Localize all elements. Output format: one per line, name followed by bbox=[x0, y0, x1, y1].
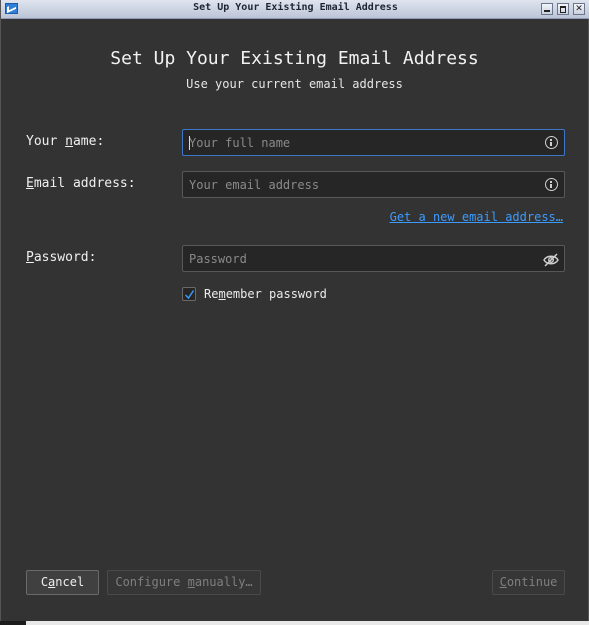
info-icon[interactable] bbox=[545, 136, 558, 149]
info-icon[interactable] bbox=[545, 178, 558, 191]
bottom-edge-highlight bbox=[26, 621, 589, 625]
password-input[interactable] bbox=[189, 246, 529, 271]
continue-access-key: C bbox=[499, 575, 507, 589]
name-input[interactable] bbox=[189, 130, 529, 155]
page-title: Set Up Your Existing Email Address bbox=[110, 48, 479, 69]
remember-prefix: Re bbox=[204, 287, 219, 301]
password-label: Password: bbox=[26, 250, 96, 265]
remember-suffix: ember password bbox=[225, 287, 327, 301]
cancel-suffix: ncel bbox=[55, 575, 85, 589]
remember-access-key: m bbox=[218, 287, 226, 301]
password-field[interactable] bbox=[182, 245, 565, 272]
close-button[interactable]: ✕ bbox=[573, 3, 585, 15]
manual-access-key: m bbox=[187, 575, 195, 589]
manual-prefix: Configure bbox=[115, 575, 188, 589]
cancel-button[interactable]: Cancel bbox=[26, 570, 99, 595]
email-label: Email address: bbox=[26, 176, 136, 191]
remember-password-label[interactable]: Remember password bbox=[204, 287, 327, 301]
email-input[interactable] bbox=[189, 172, 529, 197]
email-field[interactable] bbox=[182, 171, 565, 198]
continue-button[interactable]: Continue bbox=[492, 570, 565, 595]
cancel-prefix: C bbox=[40, 575, 49, 589]
maximize-button[interactable] bbox=[557, 3, 569, 15]
name-label-prefix: Your bbox=[26, 134, 66, 149]
name-label-access-key: n bbox=[65, 134, 73, 149]
continue-suffix: ontinue bbox=[506, 575, 558, 589]
minimize-button[interactable] bbox=[541, 3, 553, 15]
page-subtitle: Use your current email address bbox=[186, 77, 403, 91]
configure-manually-button[interactable]: Configure manually… bbox=[107, 570, 261, 595]
get-new-email-link[interactable]: Get a new email address… bbox=[390, 210, 563, 224]
name-field[interactable] bbox=[182, 129, 565, 156]
link-text: et a new email address… bbox=[396, 210, 563, 224]
email-label-access-key: E bbox=[26, 176, 34, 191]
manual-suffix: anually… bbox=[194, 575, 253, 589]
checkmark-icon bbox=[185, 290, 195, 300]
window-title: Set Up Your Existing Email Address bbox=[193, 2, 398, 13]
name-label: Your name: bbox=[26, 134, 104, 149]
link-access-key: G bbox=[389, 210, 397, 224]
text-caret bbox=[189, 136, 190, 150]
dialog-window: Set Up Your Existing Email Address ✕ Set… bbox=[0, 0, 589, 625]
name-label-suffix: ame: bbox=[72, 134, 105, 149]
password-label-suffix: assword: bbox=[33, 250, 97, 265]
password-label-access-key: P bbox=[26, 250, 34, 265]
eye-slash-icon[interactable] bbox=[543, 252, 559, 267]
title-bar[interactable]: Set Up Your Existing Email Address ✕ bbox=[1, 0, 589, 19]
email-label-suffix: mail address: bbox=[33, 176, 136, 191]
remember-password-checkbox[interactable] bbox=[182, 287, 196, 301]
